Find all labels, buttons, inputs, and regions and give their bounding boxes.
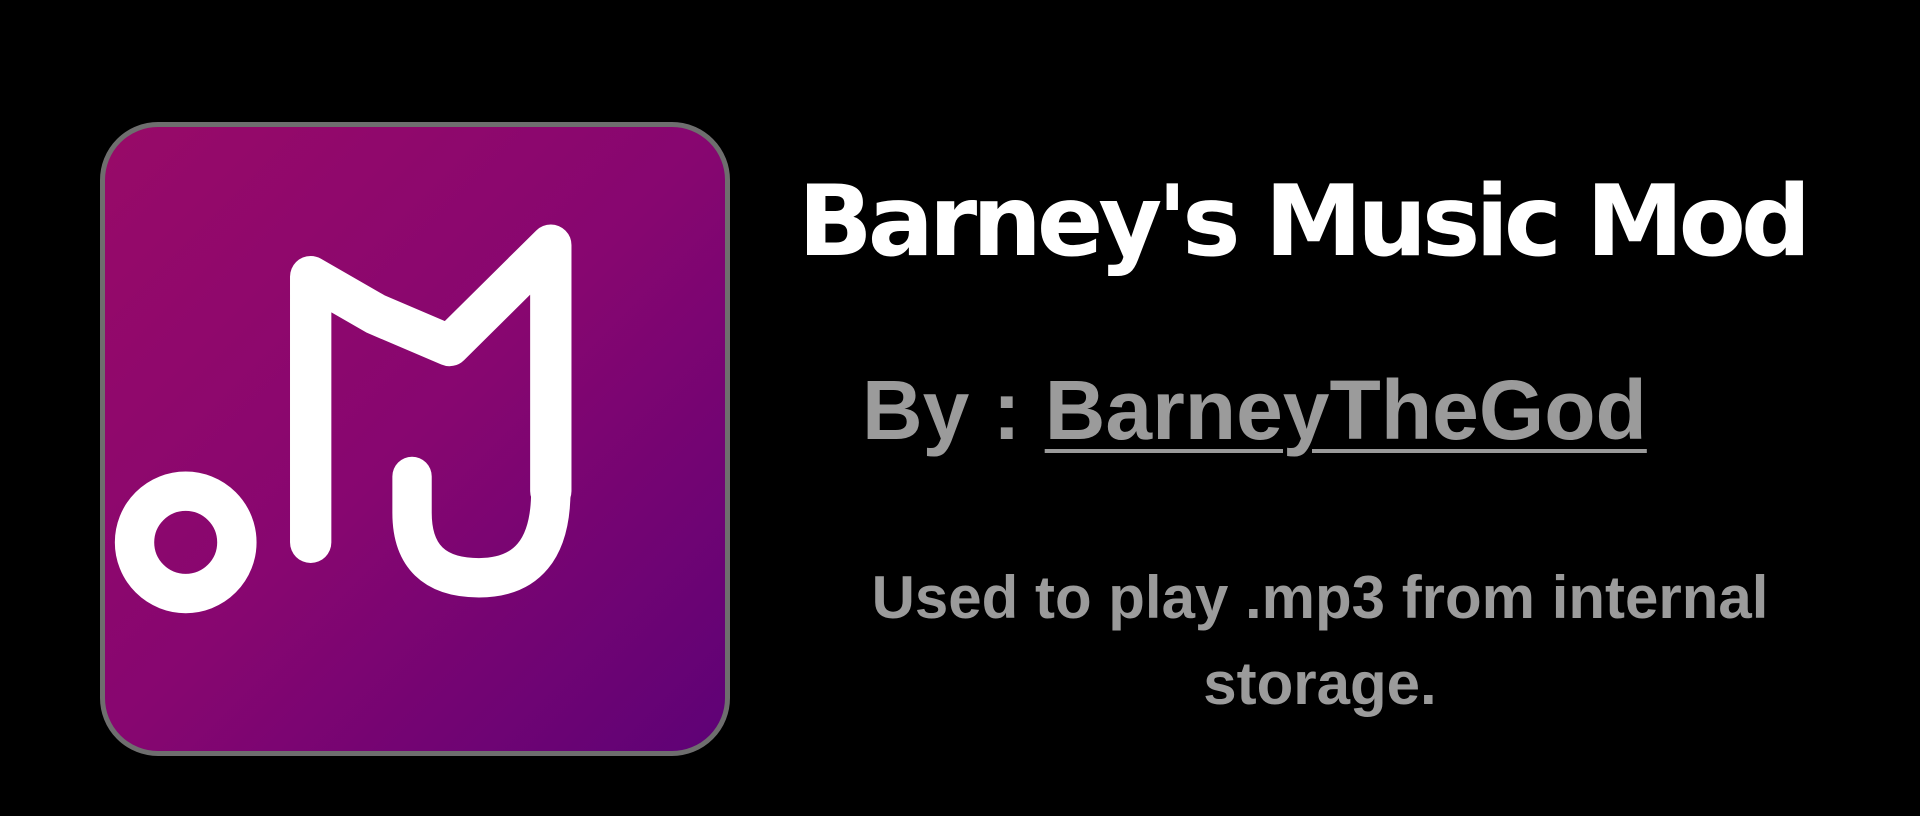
note-head-left bbox=[114, 471, 257, 614]
description: Used to play .mp3 from internal storage. bbox=[871, 564, 1769, 717]
byline-prefix: By : bbox=[862, 363, 1021, 457]
app-icon bbox=[100, 122, 730, 756]
page-title: Barney's Music Mod bbox=[798, 165, 1811, 279]
author-link[interactable]: BarneyTheGod bbox=[1045, 363, 1647, 457]
byline: By : BarneyTheGod bbox=[862, 355, 1647, 465]
music-note-icon bbox=[114, 224, 572, 614]
note-hook-right bbox=[392, 456, 571, 598]
